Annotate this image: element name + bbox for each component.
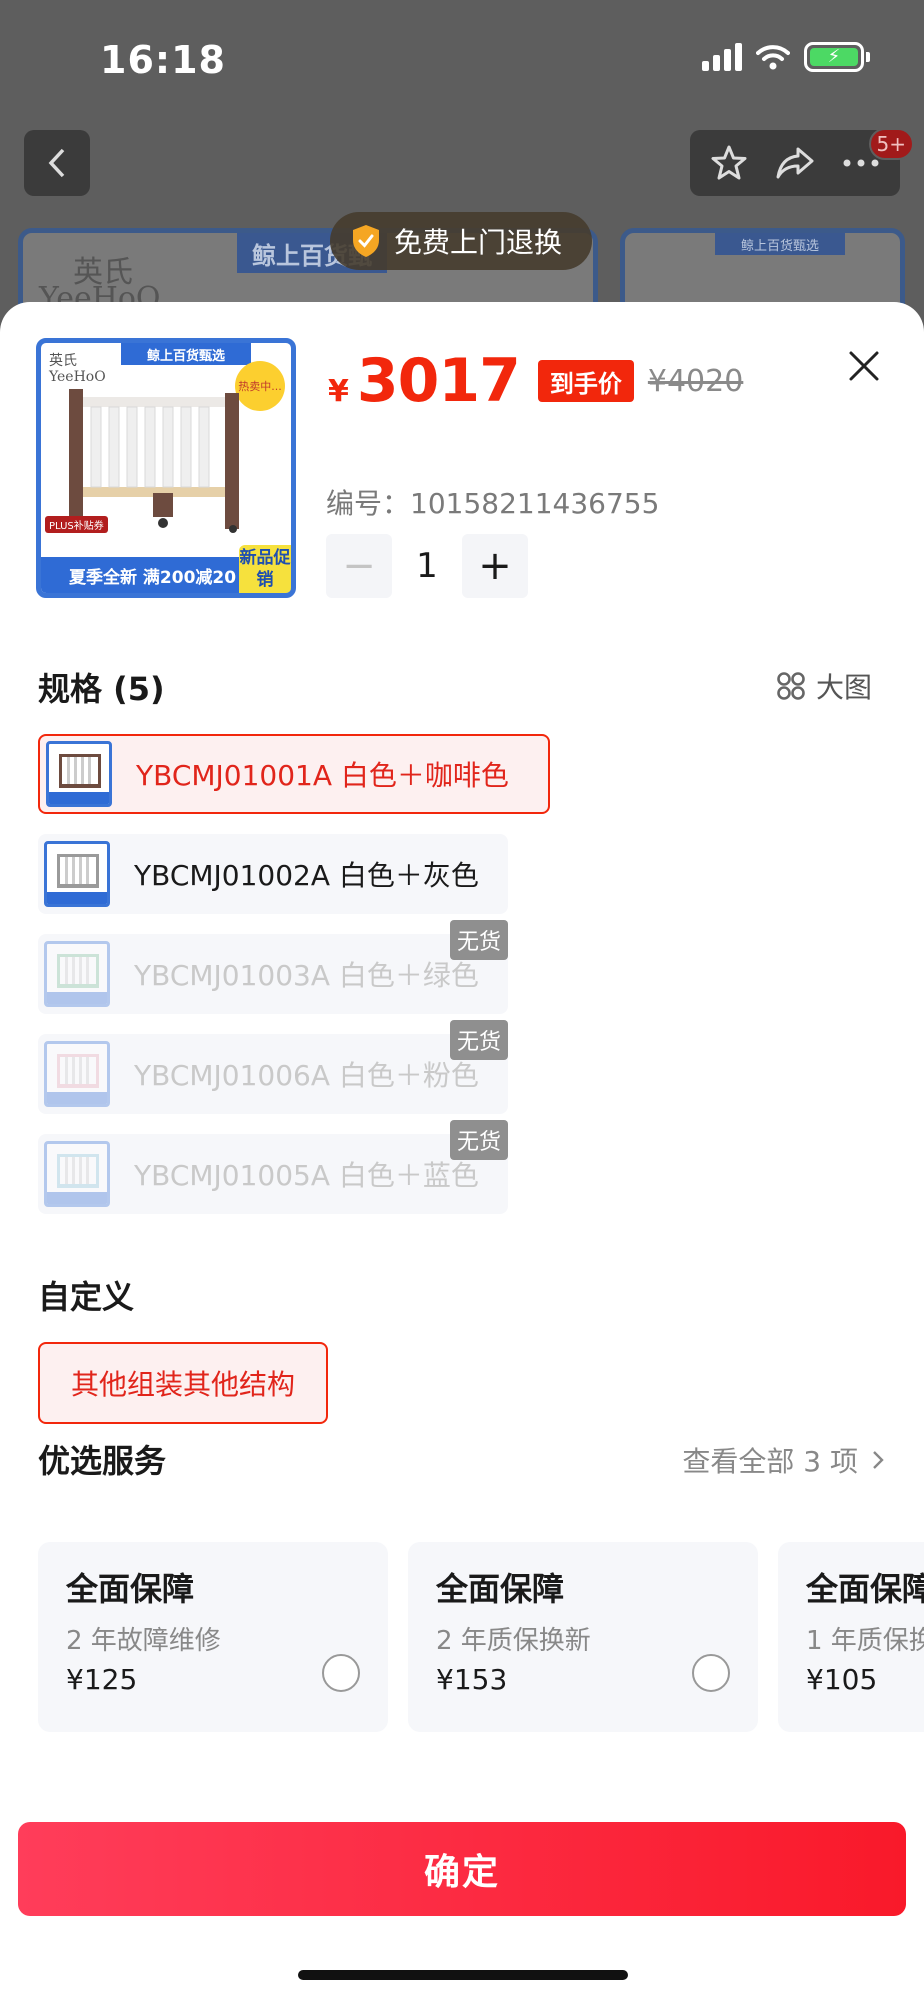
grid-icon: [777, 672, 805, 700]
spec-thumbnail: [46, 741, 112, 807]
service-title: 全面保障: [806, 1570, 924, 1608]
decrease-quantity-button[interactable]: −: [326, 534, 392, 598]
message-badge: 5+: [868, 128, 914, 160]
share-icon[interactable]: [774, 143, 816, 183]
shield-check-icon: [353, 225, 379, 257]
spec-label: YBCMJ01002A 白色＋灰色: [134, 859, 479, 892]
custom-section-title: 自定义: [38, 1278, 135, 1316]
service-card-3[interactable]: 全面保障 1 年质保换新 ¥105: [778, 1542, 924, 1732]
spec-label: YBCMJ01003A 白色＋绿色: [134, 959, 479, 992]
service-card-2[interactable]: 全面保障 2 年质保换新 ¥153: [408, 1542, 758, 1732]
free-return-text: 免费上门退换: [394, 226, 563, 259]
service-desc: 2 年质保换新: [436, 1626, 591, 1656]
price-row: ¥ 3017 到手价 ¥4020: [328, 346, 743, 416]
service-price: ¥125: [66, 1663, 138, 1696]
thumbnail-ribbon: 鲸上百货甄选: [715, 233, 845, 255]
final-price-tag: 到手价: [537, 360, 634, 402]
service-section-title: 优选服务: [38, 1442, 167, 1480]
currency-symbol: ¥: [328, 373, 349, 409]
spec-option-3[interactable]: YBCMJ01003A 白色＋绿色 无货: [38, 920, 508, 1014]
sku-number: 编号：10158211436755: [326, 487, 660, 520]
status-icons: ⚡: [702, 42, 870, 72]
more-icon[interactable]: [841, 157, 881, 169]
product-image[interactable]: 鲸上百货甄选 英氏 YeeHoO 热卖中... PLUS补贴券 夏季全新 满200…: [36, 338, 296, 598]
out-of-stock-badge: 无货: [450, 920, 508, 960]
out-of-stock-badge: 无货: [450, 1020, 508, 1060]
chevron-right-icon: [873, 1451, 884, 1469]
service-desc: 2 年故障维修: [66, 1626, 221, 1656]
final-price: 3017: [356, 346, 521, 416]
spec-label: YBCMJ01001A 白色＋咖啡色: [136, 759, 509, 792]
free-return-pill: 免费上门退换: [330, 212, 593, 270]
crib-illustration: [69, 389, 239, 533]
close-icon: [849, 351, 879, 381]
service-price: ¥153: [436, 1663, 508, 1696]
service-title: 全面保障: [66, 1570, 195, 1608]
spec-option-1[interactable]: YBCMJ01001A 白色＋咖啡色: [38, 734, 550, 814]
original-price: ¥4020: [647, 363, 744, 399]
image-brand: 英氏 YeeHoO: [49, 353, 106, 385]
spec-section-title: 规格 (5): [38, 670, 165, 708]
big-view-toggle[interactable]: 大图: [776, 666, 872, 706]
view-all-label: 查看全部 3 项: [682, 1445, 858, 1478]
quantity-value[interactable]: 1: [392, 546, 462, 586]
status-time: 16:18: [100, 38, 226, 82]
quantity-stepper: − 1 +: [326, 534, 528, 598]
service-radio[interactable]: [692, 1654, 730, 1692]
star-icon[interactable]: [709, 143, 749, 183]
spec-thumbnail: [44, 1041, 110, 1107]
view-all-services-link[interactable]: 查看全部 3 项: [682, 1440, 884, 1480]
spec-option-4[interactable]: YBCMJ01006A 白色＋粉色 无货: [38, 1020, 508, 1114]
spec-thumbnail: [44, 941, 110, 1007]
spec-option-5[interactable]: YBCMJ01005A 白色＋蓝色 无货: [38, 1120, 508, 1214]
plus-coupon-tag: PLUS补贴券: [45, 516, 108, 533]
background-page: 16:18 ⚡ 5+ 英氏 YeeHoO 鲸上百货甄 鲸上百货甄选 免费上门退换: [0, 0, 924, 330]
home-indicator: [298, 1970, 628, 1980]
service-card-1[interactable]: 全面保障 2 年故障维修 ¥125: [38, 1542, 388, 1732]
big-view-label: 大图: [815, 671, 872, 704]
sku-selector-sheet: 鲸上百货甄选 英氏 YeeHoO 热卖中... PLUS补贴券 夏季全新 满200…: [0, 302, 924, 2000]
close-button[interactable]: [844, 346, 884, 386]
service-desc: 1 年质保换新: [806, 1626, 924, 1656]
service-price: ¥105: [806, 1663, 878, 1696]
wifi-icon: [756, 45, 790, 70]
signal-icon: [702, 43, 742, 71]
confirm-button[interactable]: 确定: [18, 1822, 906, 1916]
out-of-stock-badge: 无货: [450, 1120, 508, 1160]
spec-label: YBCMJ01005A 白色＋蓝色: [134, 1159, 479, 1192]
chevron-left-icon: [48, 148, 65, 178]
custom-option-button[interactable]: 其他组装其他结构: [38, 1342, 328, 1424]
image-ribbon: 鲸上百货甄选: [121, 343, 251, 365]
spec-thumbnail: [44, 841, 110, 907]
new-promo-badge: 新品促销: [239, 545, 291, 593]
battery-icon: ⚡: [804, 42, 870, 72]
spec-option-2[interactable]: YBCMJ01002A 白色＋灰色: [38, 834, 508, 914]
spec-thumbnail: [44, 1141, 110, 1207]
service-title: 全面保障: [436, 1570, 565, 1608]
service-radio[interactable]: [322, 1654, 360, 1692]
increase-quantity-button[interactable]: +: [462, 534, 528, 598]
spec-label: YBCMJ01006A 白色＋粉色: [134, 1059, 479, 1092]
back-button[interactable]: [24, 130, 90, 196]
